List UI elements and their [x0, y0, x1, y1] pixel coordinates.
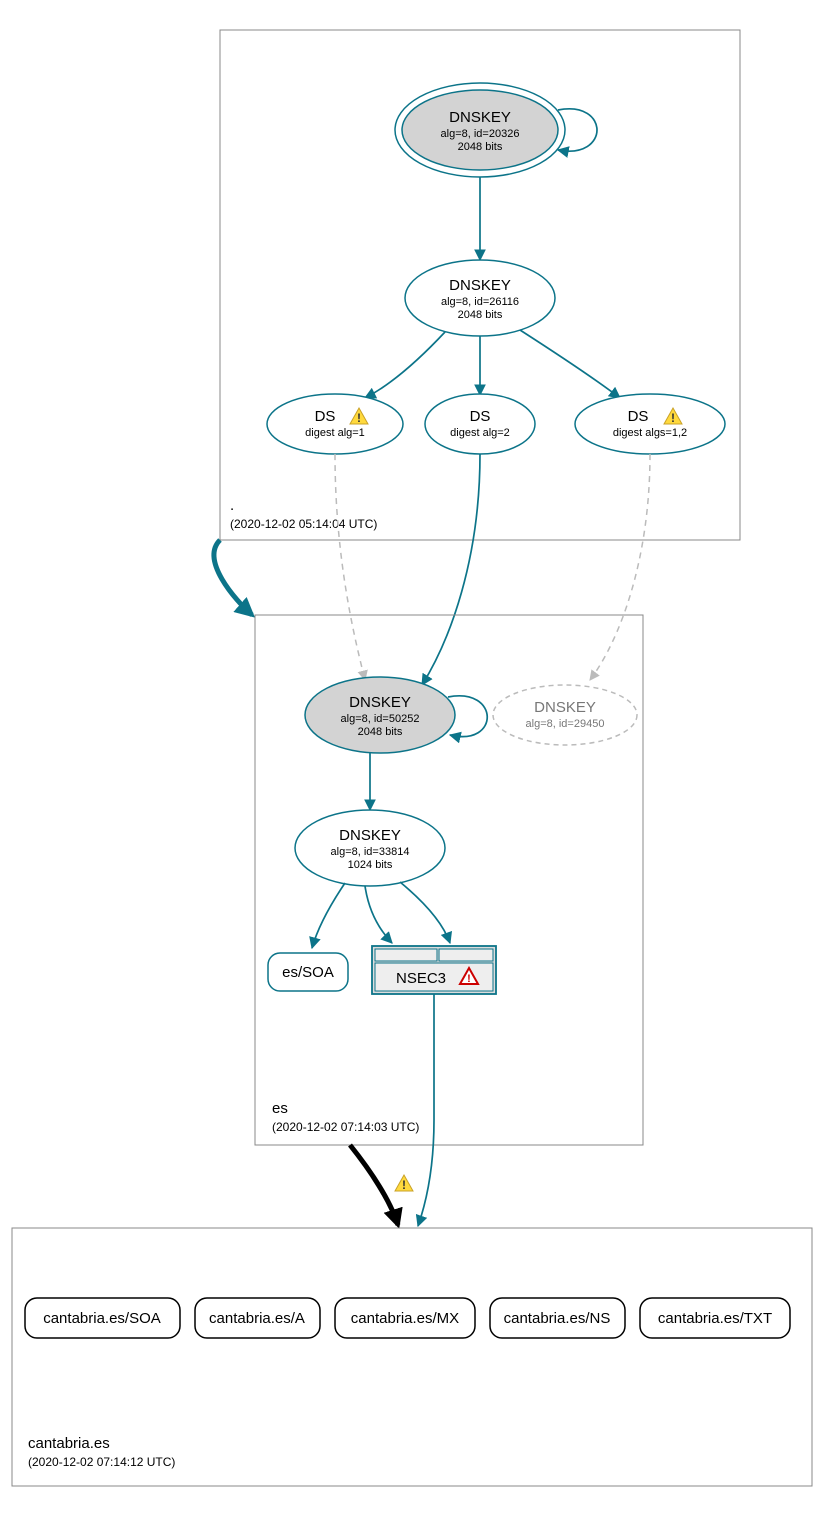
svg-text:alg=8, id=26116: alg=8, id=26116	[441, 296, 519, 308]
svg-text:2048 bits: 2048 bits	[358, 726, 403, 738]
edge-ds3-to-esghost	[590, 454, 650, 680]
edge-es-zsk-nsec3b	[400, 882, 450, 943]
svg-text:digest alg=2: digest alg=2	[450, 427, 510, 439]
zone-cantabria: cantabria.es (2020-12-02 07:14:12 UTC) c…	[12, 1228, 812, 1486]
node-es-zsk: DNSKEY alg=8, id=33814 1024 bits	[295, 810, 445, 886]
svg-text:alg=8, id=29450: alg=8, id=29450	[526, 718, 605, 730]
node-es-ksk: DNSKEY alg=8, id=50252 2048 bits	[305, 677, 455, 753]
record-cantabria-a: cantabria.es/A	[195, 1298, 320, 1338]
node-es-nsec3: NSEC3 !	[372, 946, 496, 994]
record-cantabria-soa: cantabria.es/SOA	[25, 1298, 180, 1338]
node-root-ds1: DS digest alg=1 !	[267, 394, 403, 454]
svg-text:DNSKEY: DNSKEY	[349, 694, 411, 711]
svg-text:DNSKEY: DNSKEY	[449, 109, 511, 126]
svg-text:cantabria.es/MX: cantabria.es/MX	[351, 1310, 459, 1327]
svg-text:alg=8, id=50252: alg=8, id=50252	[341, 713, 420, 725]
svg-text:cantabria.es/A: cantabria.es/A	[209, 1310, 305, 1327]
node-es-soa: es/SOA	[268, 953, 348, 991]
svg-text:2048 bits: 2048 bits	[458, 141, 503, 153]
svg-text:DNSKEY: DNSKEY	[449, 277, 511, 294]
edge-es-to-cantabria-delegation	[350, 1145, 398, 1225]
zone-es: es (2020-12-02 07:14:03 UTC) DNSKEY alg=…	[255, 615, 643, 1145]
svg-text:digest alg=1: digest alg=1	[305, 427, 365, 439]
svg-text:cantabria.es/SOA: cantabria.es/SOA	[43, 1310, 161, 1327]
node-es-dnskey-ghost: DNSKEY alg=8, id=29450	[493, 685, 637, 745]
record-cantabria-ns: cantabria.es/NS	[490, 1298, 625, 1338]
svg-text:2048 bits: 2048 bits	[458, 309, 503, 321]
svg-text:!: !	[357, 411, 361, 425]
node-root-ksk: DNSKEY alg=8, id=20326 2048 bits	[395, 83, 565, 177]
zone-root-name: .	[230, 497, 234, 514]
warning-icon: !	[395, 1175, 413, 1192]
zone-cantabria-timestamp: (2020-12-02 07:14:12 UTC)	[28, 1455, 175, 1469]
edge-es-zsk-soa	[312, 883, 345, 948]
svg-text:alg=8, id=20326: alg=8, id=20326	[441, 128, 520, 140]
svg-text:NSEC3: NSEC3	[396, 970, 446, 987]
svg-text:cantabria.es/NS: cantabria.es/NS	[504, 1310, 611, 1327]
svg-text:DNSKEY: DNSKEY	[339, 827, 401, 844]
edge-root-zsk-ds3	[520, 330, 620, 398]
edge-root-zsk-ds1	[365, 332, 445, 398]
svg-text:!: !	[467, 973, 471, 985]
svg-text:DS: DS	[470, 408, 491, 425]
edge-nsec3-to-cantabria	[418, 994, 434, 1226]
record-cantabria-txt: cantabria.es/TXT	[640, 1298, 790, 1338]
svg-text:DS: DS	[628, 408, 649, 425]
node-root-ds3: DS digest algs=1,2 !	[575, 394, 725, 454]
svg-text:!: !	[671, 411, 675, 425]
svg-text:DS: DS	[315, 408, 336, 425]
svg-text:alg=8, id=33814: alg=8, id=33814	[331, 846, 410, 858]
dnssec-diagram: . (2020-12-02 05:14:04 UTC) DNSKEY alg=8…	[0, 0, 839, 1516]
edge-root-ksk-self	[558, 109, 597, 151]
node-root-ds2: DS digest alg=2	[425, 394, 535, 454]
edge-ds1-to-esksk	[335, 454, 365, 680]
svg-text:es/SOA: es/SOA	[282, 964, 334, 981]
zone-es-name: es	[272, 1100, 288, 1117]
svg-text:1024 bits: 1024 bits	[348, 859, 393, 871]
svg-text:DNSKEY: DNSKEY	[534, 699, 596, 716]
edge-ds2-to-esksk	[422, 454, 480, 685]
edge-es-zsk-nsec3a	[365, 886, 392, 943]
zone-root-timestamp: (2020-12-02 05:14:04 UTC)	[230, 517, 377, 531]
svg-text:!: !	[402, 1178, 406, 1192]
svg-text:digest algs=1,2: digest algs=1,2	[613, 427, 687, 439]
svg-text:cantabria.es/TXT: cantabria.es/TXT	[658, 1310, 772, 1327]
edge-root-to-es-delegation	[214, 540, 252, 615]
record-cantabria-mx: cantabria.es/MX	[335, 1298, 475, 1338]
zone-es-timestamp: (2020-12-02 07:14:03 UTC)	[272, 1120, 419, 1134]
node-root-zsk: DNSKEY alg=8, id=26116 2048 bits	[405, 260, 555, 336]
zone-cantabria-name: cantabria.es	[28, 1435, 110, 1452]
